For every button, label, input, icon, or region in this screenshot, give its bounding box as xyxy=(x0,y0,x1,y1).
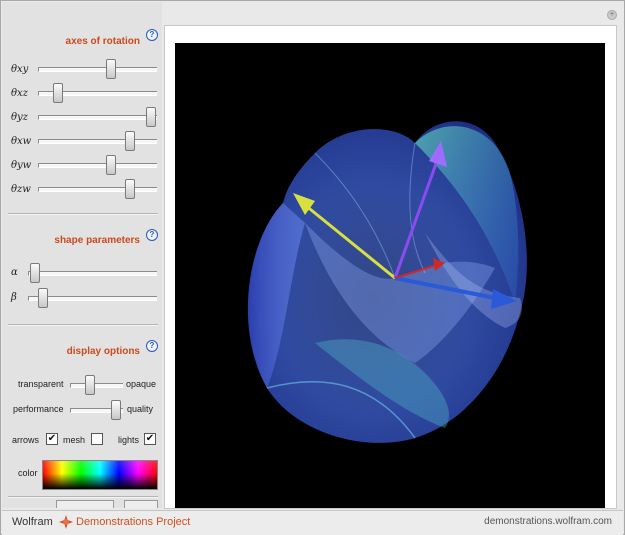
slider-thumb-theta-yw[interactable] xyxy=(105,155,116,175)
lights-checkbox[interactable]: ✔ xyxy=(144,433,156,445)
transparency-slider-thumb[interactable] xyxy=(85,375,96,395)
slider-track-theta-zw[interactable] xyxy=(38,187,157,192)
mesh-label: mesh xyxy=(63,435,86,445)
app-window: axes of rotation ? θxy θxz θyz θxw θyw θ… xyxy=(0,0,625,535)
control-panel: axes of rotation ? θxy θxz θyz θxw θyw θ… xyxy=(2,2,162,508)
slider-label-theta-xw: θxw xyxy=(11,136,32,147)
color-label: color xyxy=(18,468,38,478)
brand-wolfram[interactable]: Wolfram xyxy=(12,516,53,528)
slider-label-theta-xz: θxz xyxy=(11,88,28,99)
transparent-label: transparent xyxy=(18,379,64,389)
opaque-label: opaque xyxy=(126,379,157,389)
slider-label-theta-xy: θxy xyxy=(11,64,29,75)
footer-bar: Wolfram Demonstrations Project demonstra… xyxy=(2,510,623,535)
surface-graphic xyxy=(247,121,527,443)
quality-slider-thumb[interactable] xyxy=(110,400,121,420)
divider xyxy=(8,324,158,326)
help-icon-shape[interactable]: ? xyxy=(146,229,158,241)
footer-url[interactable]: demonstrations.wolfram.com xyxy=(484,516,612,527)
arrows-label: arrows xyxy=(12,435,40,445)
slider-thumb-alpha[interactable] xyxy=(30,263,41,283)
slider-track-theta-yz[interactable] xyxy=(38,115,157,120)
slider-label-beta: β xyxy=(11,292,17,303)
divider xyxy=(8,496,158,498)
render-canvas[interactable] xyxy=(175,43,605,508)
graphics-viewport xyxy=(164,25,617,509)
slider-thumb-theta-xy[interactable] xyxy=(105,59,116,79)
slider-track-theta-yw[interactable] xyxy=(38,163,157,168)
brand-project[interactable]: Demonstrations Project xyxy=(76,516,190,528)
help-icon-display[interactable]: ? xyxy=(146,340,158,352)
transparency-slider-track[interactable] xyxy=(70,383,123,388)
panel-button[interactable] xyxy=(56,500,114,508)
section-title-axes: axes of rotation xyxy=(65,36,140,47)
quality-label: quality xyxy=(127,404,154,414)
help-icon-axes[interactable]: ? xyxy=(146,29,158,41)
slider-thumb-theta-zw[interactable] xyxy=(125,179,136,199)
slider-label-theta-zw: θzw xyxy=(11,184,31,195)
panel-button[interactable] xyxy=(124,500,158,508)
slider-track-theta-xw[interactable] xyxy=(38,139,157,144)
slider-thumb-theta-xz[interactable] xyxy=(53,83,64,103)
section-title-shape: shape parameters xyxy=(54,235,140,246)
divider xyxy=(8,213,158,215)
color-gradient-picker[interactable] xyxy=(42,460,158,490)
slider-track-alpha[interactable] xyxy=(28,271,157,276)
performance-label: performance xyxy=(13,404,64,414)
slider-label-alpha: α xyxy=(11,267,18,278)
slider-thumb-theta-xw[interactable] xyxy=(125,131,136,151)
slider-label-theta-yw: θyw xyxy=(11,160,32,171)
slider-label-theta-yz: θyz xyxy=(11,112,28,123)
mesh-checkbox[interactable] xyxy=(91,433,103,445)
slider-track-theta-xy[interactable] xyxy=(38,67,157,72)
options-icon[interactable]: + xyxy=(607,10,617,20)
wolfram-spikey-icon xyxy=(59,515,73,529)
4d-surface xyxy=(247,121,527,443)
slider-thumb-theta-yz[interactable] xyxy=(145,107,156,127)
section-title-display: display options xyxy=(66,346,140,357)
arrows-checkbox[interactable]: ✔ xyxy=(46,433,58,445)
lights-label: lights xyxy=(118,435,140,445)
slider-thumb-beta[interactable] xyxy=(37,288,48,308)
